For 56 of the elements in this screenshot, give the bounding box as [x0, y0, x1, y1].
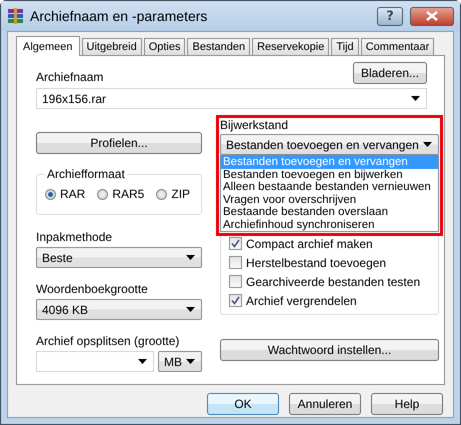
dropdown-arrow-icon — [138, 359, 147, 364]
checkmark-icon — [231, 296, 240, 305]
field-label: Archiefnaam — [36, 70, 104, 84]
checkbox[interactable] — [229, 237, 242, 250]
books-icon — [7, 7, 25, 25]
radio-option[interactable]: RAR — [45, 187, 86, 201]
update-mode-dropdown[interactable]: Bestanden toevoegen en vervangen — [220, 134, 439, 155]
dropdown-arrow-icon — [186, 307, 195, 312]
tab[interactable]: Reservekopie — [252, 38, 330, 55]
radio-option[interactable]: RAR5 — [97, 187, 144, 201]
dropdown-arrow-icon — [423, 142, 432, 147]
tab[interactable]: Bestanden — [187, 38, 250, 55]
dialog-button[interactable]: Help — [371, 393, 443, 415]
dialog-button[interactable]: Annuleren — [289, 393, 361, 415]
checkbox-option[interactable]: Gearchiveerde bestanden testen — [229, 274, 438, 289]
group-title: Archiefformaat — [45, 167, 127, 181]
field-label: Archief opsplitsen (grootte) — [36, 334, 180, 348]
help-button[interactable]: ? — [377, 6, 403, 26]
dropdown-option[interactable]: Vragen voor overschrijven — [221, 194, 438, 206]
checkbox-option[interactable]: Compact archief maken — [229, 236, 438, 251]
close-button[interactable] — [410, 6, 454, 26]
dropdown-option[interactable]: Alleen bestaande bestanden vernieuwen — [221, 181, 438, 194]
dropdown-arrow-icon — [411, 96, 420, 101]
profiles-button[interactable]: Profielen... — [36, 132, 202, 154]
radio-button[interactable] — [97, 188, 108, 200]
radio-button[interactable] — [156, 188, 168, 200]
dropdown-option[interactable]: Bestanden toevoegen en bijwerken — [221, 168, 438, 181]
window-title: Archiefnaam en -parameters — [30, 8, 208, 24]
browse-button[interactable]: Bladeren... — [353, 62, 427, 84]
tab[interactable]: Tijd — [331, 38, 359, 55]
tab[interactable]: Algemeen — [16, 36, 80, 56]
radio-option[interactable]: ZIP — [156, 187, 190, 201]
tab[interactable]: Uitgebreid — [82, 38, 142, 55]
dropdown-option[interactable]: Archiefinhoud synchroniseren — [221, 218, 438, 231]
dropdown-arrow-icon — [186, 255, 195, 260]
archive-name-combobox[interactable]: 196x156.rar — [36, 88, 427, 109]
radio-button[interactable] — [45, 188, 56, 200]
checkbox[interactable] — [229, 294, 242, 307]
tab[interactable]: Opties — [144, 38, 186, 55]
close-icon — [426, 11, 438, 21]
checkbox-option[interactable]: Archief vergrendelen — [229, 293, 438, 308]
field-label: Inpakmethode — [36, 230, 114, 244]
checkbox[interactable] — [229, 275, 242, 288]
dictionary-size-dropdown[interactable]: 4096 KB — [36, 299, 202, 320]
checkmark-icon — [231, 239, 240, 248]
dialog-button[interactable]: OK — [207, 393, 279, 415]
tab[interactable]: Commentaar — [360, 38, 434, 55]
unit-dropdown[interactable]: MB — [158, 351, 202, 372]
dropdown-option[interactable]: Bestaande bestanden overslaan — [221, 206, 438, 218]
checkbox[interactable] — [229, 256, 242, 269]
dropdown-arrow-icon — [186, 359, 195, 364]
checkbox-option[interactable]: Herstelbestand toevoegen — [229, 255, 438, 270]
field-label: Woordenboekgrootte — [36, 282, 149, 296]
field-label: Bijwerkstand — [220, 118, 290, 132]
set-password-button[interactable]: Wachtwoord instellen... — [220, 339, 439, 361]
compression-method-dropdown[interactable]: Beste — [36, 247, 202, 268]
